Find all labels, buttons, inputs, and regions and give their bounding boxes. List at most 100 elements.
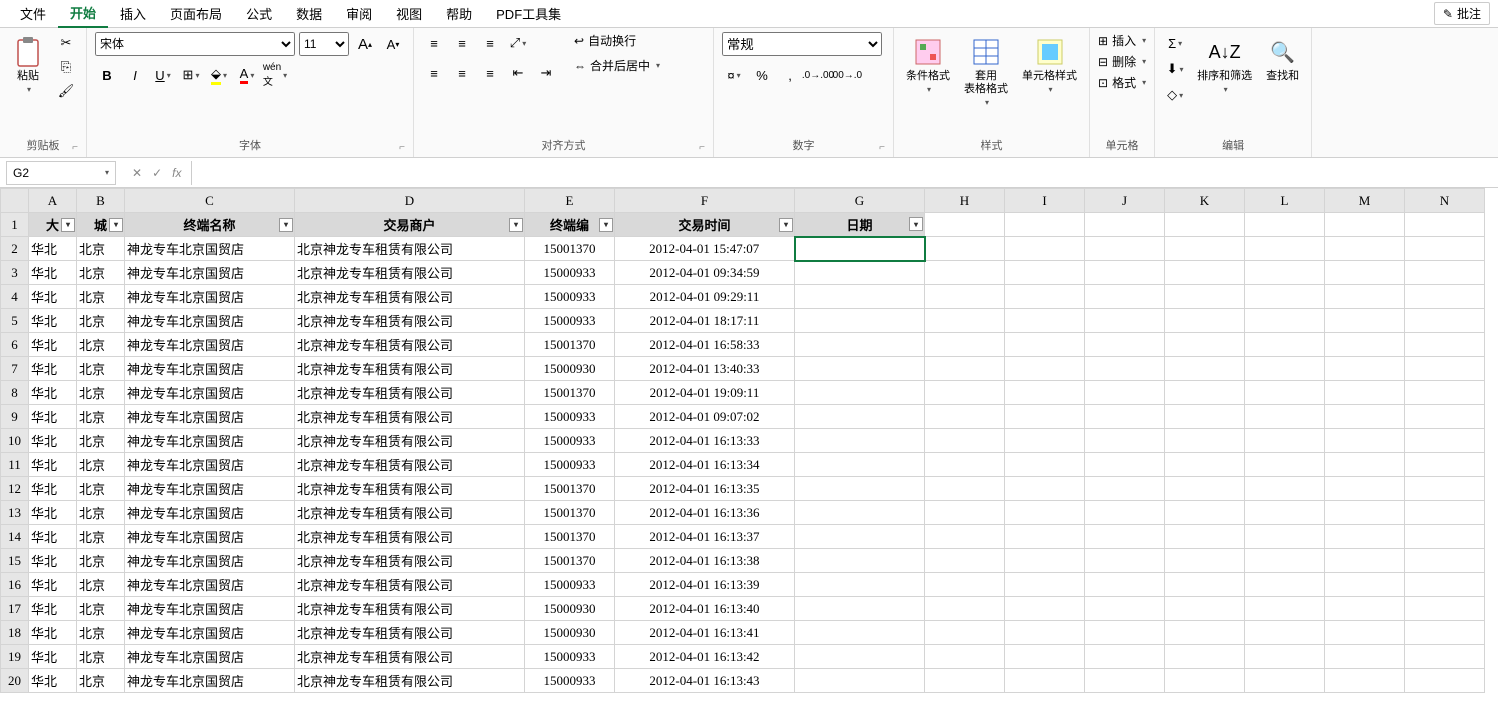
cell-G20[interactable] <box>795 669 925 693</box>
align-center-button[interactable]: ≡ <box>450 62 474 84</box>
cell-N3[interactable] <box>1405 261 1485 285</box>
cell-H15[interactable] <box>925 549 1005 573</box>
cell-B19[interactable]: 北京 <box>77 645 125 669</box>
row-header-2[interactable]: 2 <box>1 237 29 261</box>
cell-I3[interactable] <box>1005 261 1085 285</box>
insert-cells-button[interactable]: ⊞插入▾ <box>1098 32 1146 49</box>
cell-D2[interactable]: 北京神龙专车租赁有限公司 <box>295 237 525 261</box>
cell-J16[interactable] <box>1085 573 1165 597</box>
cell-B1[interactable]: 城▾ <box>77 213 125 237</box>
col-header-N[interactable]: N <box>1405 189 1485 213</box>
cell-A16[interactable]: 华北 <box>29 573 77 597</box>
row-header-18[interactable]: 18 <box>1 621 29 645</box>
increase-font-button[interactable]: A▴ <box>353 33 377 55</box>
clipboard-launcher[interactable]: ⌐ <box>72 142 78 153</box>
cell-H7[interactable] <box>925 357 1005 381</box>
cell-K5[interactable] <box>1165 309 1245 333</box>
align-bottom-button[interactable]: ≡ <box>478 32 502 54</box>
align-middle-button[interactable]: ≡ <box>450 32 474 54</box>
cell-I7[interactable] <box>1005 357 1085 381</box>
col-header-L[interactable]: L <box>1245 189 1325 213</box>
cell-M1[interactable] <box>1325 213 1405 237</box>
tab-data[interactable]: 数据 <box>284 0 334 27</box>
cell-F3[interactable]: 2012-04-01 09:34:59 <box>615 261 795 285</box>
cell-G16[interactable] <box>795 573 925 597</box>
cell-M4[interactable] <box>1325 285 1405 309</box>
cell-E6[interactable]: 15001370 <box>525 333 615 357</box>
cell-M20[interactable] <box>1325 669 1405 693</box>
cell-C14[interactable]: 神龙专车北京国贸店 <box>125 525 295 549</box>
cell-K3[interactable] <box>1165 261 1245 285</box>
cell-L8[interactable] <box>1245 381 1325 405</box>
cell-L9[interactable] <box>1245 405 1325 429</box>
cell-F15[interactable]: 2012-04-01 16:13:38 <box>615 549 795 573</box>
cell-H12[interactable] <box>925 477 1005 501</box>
row-header-1[interactable]: 1 <box>1 213 29 237</box>
cell-F12[interactable]: 2012-04-01 16:13:35 <box>615 477 795 501</box>
comma-button[interactable]: , <box>778 64 802 86</box>
cell-C3[interactable]: 神龙专车北京国贸店 <box>125 261 295 285</box>
cell-C4[interactable]: 神龙专车北京国贸店 <box>125 285 295 309</box>
cell-A15[interactable]: 华北 <box>29 549 77 573</box>
cell-D15[interactable]: 北京神龙专车租赁有限公司 <box>295 549 525 573</box>
row-header-9[interactable]: 9 <box>1 405 29 429</box>
row-header-19[interactable]: 19 <box>1 645 29 669</box>
cell-B12[interactable]: 北京 <box>77 477 125 501</box>
cell-M2[interactable] <box>1325 237 1405 261</box>
cell-K12[interactable] <box>1165 477 1245 501</box>
decrease-decimal-button[interactable]: .00→.0 <box>834 64 858 86</box>
tab-view[interactable]: 视图 <box>384 0 434 27</box>
cell-I14[interactable] <box>1005 525 1085 549</box>
copy-button[interactable]: ⎘ <box>54 56 78 78</box>
cell-K10[interactable] <box>1165 429 1245 453</box>
cell-N18[interactable] <box>1405 621 1485 645</box>
cell-G9[interactable] <box>795 405 925 429</box>
cell-H11[interactable] <box>925 453 1005 477</box>
enter-formula-button[interactable]: ✓ <box>152 166 162 180</box>
cell-E18[interactable]: 15000930 <box>525 621 615 645</box>
cell-H3[interactable] <box>925 261 1005 285</box>
cell-L6[interactable] <box>1245 333 1325 357</box>
cell-I2[interactable] <box>1005 237 1085 261</box>
number-launcher[interactable]: ⌐ <box>879 142 885 153</box>
cell-N5[interactable] <box>1405 309 1485 333</box>
cell-styles-button[interactable]: 单元格样式▾ <box>1018 32 1081 98</box>
cell-N7[interactable] <box>1405 357 1485 381</box>
cell-B9[interactable]: 北京 <box>77 405 125 429</box>
cell-D5[interactable]: 北京神龙专车租赁有限公司 <box>295 309 525 333</box>
cancel-formula-button[interactable]: ✕ <box>132 166 142 180</box>
cell-A5[interactable]: 华北 <box>29 309 77 333</box>
font-size-select[interactable]: 11 <box>299 32 349 56</box>
cell-A8[interactable]: 华北 <box>29 381 77 405</box>
cell-I8[interactable] <box>1005 381 1085 405</box>
cell-B4[interactable]: 北京 <box>77 285 125 309</box>
format-as-table-button[interactable]: 套用 表格格式▾ <box>960 32 1012 111</box>
cell-A3[interactable]: 华北 <box>29 261 77 285</box>
cell-C10[interactable]: 神龙专车北京国贸店 <box>125 429 295 453</box>
cell-K20[interactable] <box>1165 669 1245 693</box>
row-header-6[interactable]: 6 <box>1 333 29 357</box>
cell-F6[interactable]: 2012-04-01 16:58:33 <box>615 333 795 357</box>
cell-L18[interactable] <box>1245 621 1325 645</box>
cell-I15[interactable] <box>1005 549 1085 573</box>
cell-H20[interactable] <box>925 669 1005 693</box>
cell-N2[interactable] <box>1405 237 1485 261</box>
cell-J12[interactable] <box>1085 477 1165 501</box>
bold-button[interactable]: B <box>95 64 119 86</box>
cell-M10[interactable] <box>1325 429 1405 453</box>
cell-H10[interactable] <box>925 429 1005 453</box>
filter-button-B[interactable]: ▾ <box>109 218 123 232</box>
cell-D16[interactable]: 北京神龙专车租赁有限公司 <box>295 573 525 597</box>
cell-N1[interactable] <box>1405 213 1485 237</box>
cell-E16[interactable]: 15000933 <box>525 573 615 597</box>
cell-B17[interactable]: 北京 <box>77 597 125 621</box>
cell-B15[interactable]: 北京 <box>77 549 125 573</box>
cell-B20[interactable]: 北京 <box>77 669 125 693</box>
cell-F9[interactable]: 2012-04-01 09:07:02 <box>615 405 795 429</box>
cell-I10[interactable] <box>1005 429 1085 453</box>
cell-L12[interactable] <box>1245 477 1325 501</box>
percent-button[interactable]: % <box>750 64 774 86</box>
cell-G11[interactable] <box>795 453 925 477</box>
cell-A14[interactable]: 华北 <box>29 525 77 549</box>
cell-N12[interactable] <box>1405 477 1485 501</box>
